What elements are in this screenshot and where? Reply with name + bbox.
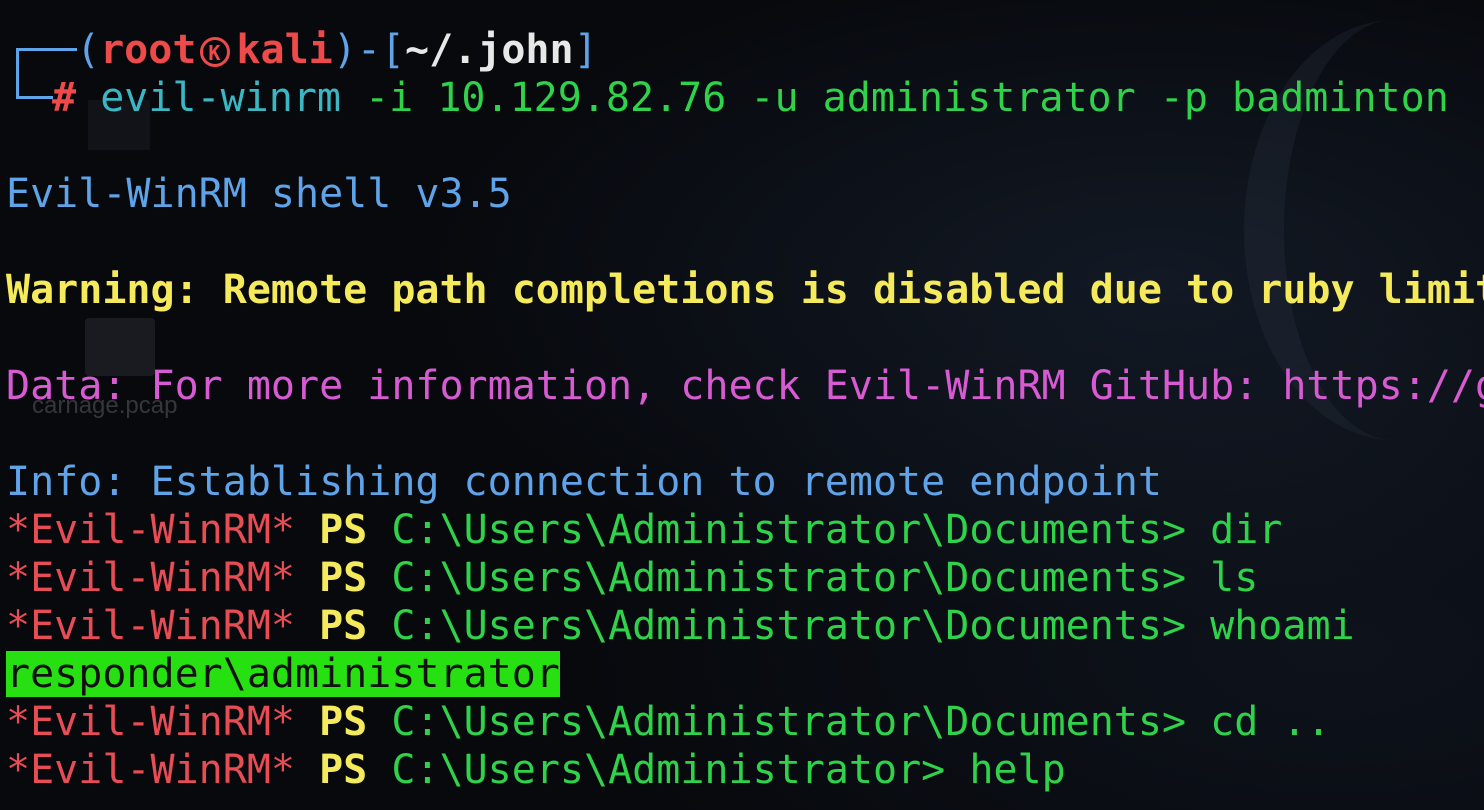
prompt-host: kali xyxy=(236,27,333,73)
ps-label: PS xyxy=(319,555,368,601)
command-name: evil-winrm xyxy=(100,75,342,121)
session-line-current[interactable]: *Evil-WinRM* PS C:\Users\Administrator> … xyxy=(6,746,1066,794)
command-line[interactable]: # evil-winrm -i 10.129.82.76 -u administ… xyxy=(52,74,1449,122)
prompt-separator: )-[ xyxy=(332,27,405,73)
terminal-window[interactable]: carnage.pcap (rootkali)-[~/.john] # evil… xyxy=(0,0,1484,810)
session-tag: *Evil-WinRM* xyxy=(6,555,295,601)
session-tag: *Evil-WinRM* xyxy=(6,699,295,745)
ps-path: C:\Users\Administrator\Documents> xyxy=(391,507,1187,553)
ps-path: C:\Users\Administrator> xyxy=(391,747,946,793)
info-line: Info: Establishing connection to remote … xyxy=(6,459,1162,505)
kali-skull-icon xyxy=(200,29,231,77)
session-tag: *Evil-WinRM* xyxy=(6,747,295,793)
whoami-output[interactable]: responder\administrator xyxy=(6,650,560,698)
session-line: *Evil-WinRM* PS C:\Users\Administrator\D… xyxy=(6,698,1331,746)
highlighted-selection[interactable]: responder\administrator xyxy=(6,651,560,697)
prompt-close-bracket: ] xyxy=(573,27,598,73)
prompt-hash: # xyxy=(52,75,77,121)
session-line: *Evil-WinRM* PS C:\Users\Administrator\D… xyxy=(6,554,1258,602)
session-tag: *Evil-WinRM* xyxy=(6,507,295,553)
ps-label: PS xyxy=(319,603,368,649)
ps-command: help xyxy=(945,747,1066,793)
prompt-user: root xyxy=(100,27,197,73)
ps-path: C:\Users\Administrator\Documents> xyxy=(391,603,1187,649)
ps-command: whoami xyxy=(1186,603,1355,649)
session-tag: *Evil-WinRM* xyxy=(6,603,295,649)
ps-command: cd .. xyxy=(1186,699,1331,745)
session-line: *Evil-WinRM* PS C:\Users\Administrator\D… xyxy=(6,602,1355,650)
prompt-open-paren: ( xyxy=(76,27,101,73)
ps-label: PS xyxy=(319,747,368,793)
warning-line: Warning: Remote path completions is disa… xyxy=(6,267,1484,313)
ps-label: PS xyxy=(319,699,368,745)
prompt-cwd: ~/.john xyxy=(405,27,574,73)
session-line: *Evil-WinRM* PS C:\Users\Administrator\D… xyxy=(6,506,1282,554)
ps-label: PS xyxy=(319,507,368,553)
prompt-header: (root kali)-[~/.john] xyxy=(76,26,598,77)
ps-path: C:\Users\Administrator\Documents> xyxy=(391,699,1187,745)
command-args: -i 10.129.82.76 -u administrator -p badm… xyxy=(341,75,1449,121)
ps-path: C:\Users\Administrator\Documents> xyxy=(391,555,1187,601)
data-line: Data: For more information, check Evil-W… xyxy=(6,363,1484,409)
ps-command: dir xyxy=(1186,507,1283,553)
banner-line: Evil-WinRM shell v3.5 xyxy=(6,171,512,217)
prompt-frame-bottom xyxy=(16,70,53,99)
ps-command: ls xyxy=(1186,555,1259,601)
